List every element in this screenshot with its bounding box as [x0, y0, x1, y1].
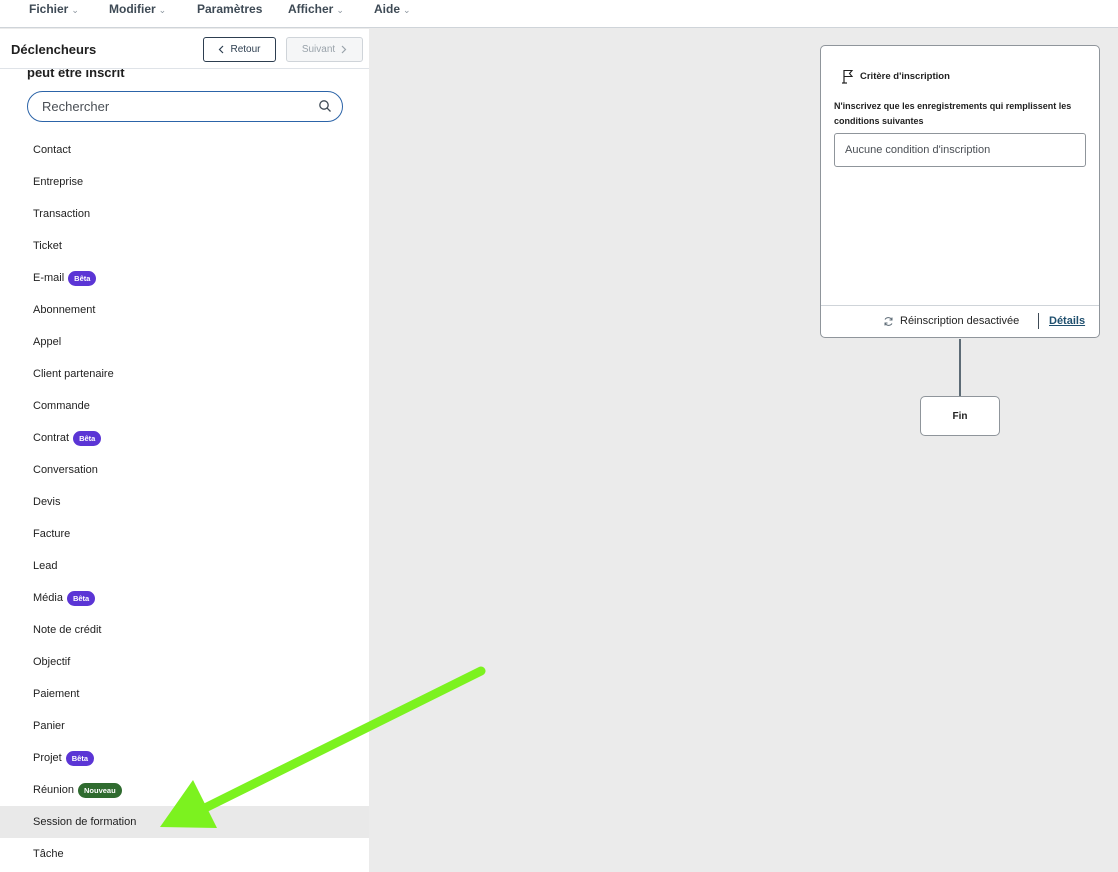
back-button-label: Retour — [230, 44, 261, 55]
object-list-item[interactable]: Appel — [0, 326, 369, 358]
object-list-item[interactable]: Tâche — [0, 838, 369, 870]
status-badge: Bêta — [65, 750, 95, 766]
object-list-item-label: Lead — [33, 560, 58, 572]
object-list-item-label: Facture — [33, 528, 71, 540]
object-list-item[interactable]: Média Bêta — [0, 582, 369, 614]
object-list-item-label: Média — [33, 592, 63, 604]
back-button[interactable]: Retour — [203, 37, 276, 62]
search-input[interactable] — [40, 98, 304, 115]
sidebar-header: Déclencheurs Retour Suivant — [0, 29, 369, 69]
object-list-item-label: Session de formation — [33, 816, 137, 828]
enrollment-criteria-card[interactable]: Critère d'inscription N'inscrivez que le… — [820, 45, 1100, 338]
object-list-item[interactable]: Devis — [0, 486, 369, 518]
object-list-item[interactable]: Note de crédit — [0, 614, 369, 646]
object-list-item[interactable]: Lead — [0, 550, 369, 582]
object-list-item[interactable]: Transaction — [0, 198, 369, 230]
menu-item-2[interactable]: Paramètres — [197, 2, 262, 16]
object-list-item-label: Projet — [33, 752, 62, 764]
object-list-item[interactable]: Facture — [0, 518, 369, 550]
object-list-item[interactable]: Ticket — [0, 230, 369, 262]
object-list-item-label: Transaction — [33, 208, 91, 220]
workflow-connector — [959, 339, 961, 396]
chevron-down-icon: ⌄ — [71, 5, 79, 15]
next-button-label: Suivant — [301, 44, 336, 55]
object-list-item[interactable]: E-mail Bêta — [0, 262, 369, 294]
sidebar-title: Déclencheurs — [11, 42, 97, 57]
object-list-item-label: Réunion — [33, 784, 74, 796]
object-list-item[interactable]: Entreprise — [0, 166, 369, 198]
menu-bar: Fichier ⌄ Modifier ⌄ Paramètres Afficher ⌄ Aide… — [0, 0, 1118, 28]
object-list-item[interactable]: Projet Bêta — [0, 742, 369, 774]
object-list-item-label: Note de crédit — [33, 624, 102, 636]
object-list-item[interactable]: Panier — [0, 710, 369, 742]
object-list-item[interactable]: Conversation — [0, 454, 369, 486]
menu-item-label: Aide — [374, 2, 401, 16]
object-list-item[interactable]: Session de formation — [0, 806, 369, 838]
object-list-item-label: Paiement — [33, 688, 80, 700]
footer-divider — [1038, 313, 1039, 329]
object-list-item-label: Panier — [33, 720, 65, 732]
object-list-item-label: Client partenaire — [33, 368, 114, 380]
triggers-sidebar: peut être inscrit Déclencheurs Retour Su… — [0, 29, 369, 872]
object-list-item[interactable]: Réunion Nouveau — [0, 774, 369, 806]
object-list-item-label: Devis — [33, 496, 61, 508]
object-list-item[interactable]: Commande — [0, 390, 369, 422]
card-description: N'inscrivez que les enregistrements qui … — [834, 101, 1072, 126]
reenrollment-status: Réinscription desactivée — [883, 315, 1019, 327]
menu-item-0[interactable]: Fichier ⌄ — [29, 2, 79, 16]
menu-item-label: Fichier — [29, 2, 69, 16]
object-list-item-label: Tâche — [33, 848, 64, 860]
object-list-item[interactable]: Objectif — [0, 646, 369, 678]
search-box[interactable] — [27, 91, 343, 122]
object-list-item-label: Contact — [33, 144, 71, 156]
status-badge: Bêta — [73, 430, 102, 446]
enrollment-condition-field[interactable]: Aucune condition d'inscription — [834, 133, 1086, 167]
chevron-left-icon — [219, 45, 224, 54]
chevron-right-icon — [341, 45, 347, 54]
object-list-item[interactable]: Paiement — [0, 678, 369, 710]
object-list-item[interactable]: Contact — [0, 134, 369, 166]
menu-item-4[interactable]: Aide ⌄ — [374, 2, 411, 16]
menu-item-1[interactable]: Modifier ⌄ — [109, 2, 166, 16]
reenrollment-label: Réinscription desactivée — [900, 315, 1020, 327]
object-list-item-label: Abonnement — [33, 304, 96, 316]
refresh-icon — [884, 316, 893, 326]
object-list-item[interactable]: Abonnement — [0, 294, 369, 326]
object-list-item[interactable]: Client partenaire — [0, 358, 369, 390]
menu-item-label: Afficher — [288, 2, 334, 16]
flag-icon — [842, 69, 854, 84]
object-list-item-label: Entreprise — [33, 176, 84, 188]
object-list-item-label: E-mail — [33, 272, 65, 284]
object-list-item-label: Objectif — [33, 656, 71, 668]
search-icon[interactable] — [318, 99, 332, 113]
chevron-down-icon: ⌄ — [158, 5, 167, 15]
object-list-item-label: Conversation — [33, 464, 98, 476]
next-button[interactable]: Suivant — [286, 37, 363, 62]
object-list-item-label: Appel — [33, 336, 62, 348]
card-title: Critère d'inscription — [860, 71, 950, 82]
menu-item-label: Paramètres — [197, 2, 263, 16]
details-link[interactable]: Détails — [1049, 315, 1085, 327]
object-list-item-label: Contrat — [33, 432, 70, 444]
chevron-down-icon: ⌄ — [336, 5, 344, 15]
chevron-down-icon: ⌄ — [403, 5, 411, 15]
card-footer: Réinscription desactivée Détails — [821, 305, 1099, 337]
object-list-item-label: Commande — [33, 400, 90, 412]
status-badge: Bêta — [68, 270, 97, 286]
menu-item-3[interactable]: Afficher ⌄ — [288, 2, 344, 16]
end-node[interactable]: Fin — [920, 396, 1000, 436]
object-list-item[interactable]: Contrat Bêta — [0, 422, 369, 454]
menu-item-label: Modifier — [109, 2, 156, 16]
object-list-item-label: Ticket — [33, 240, 62, 252]
status-badge: Bêta — [66, 590, 96, 606]
status-badge: Nouveau — [77, 782, 122, 798]
